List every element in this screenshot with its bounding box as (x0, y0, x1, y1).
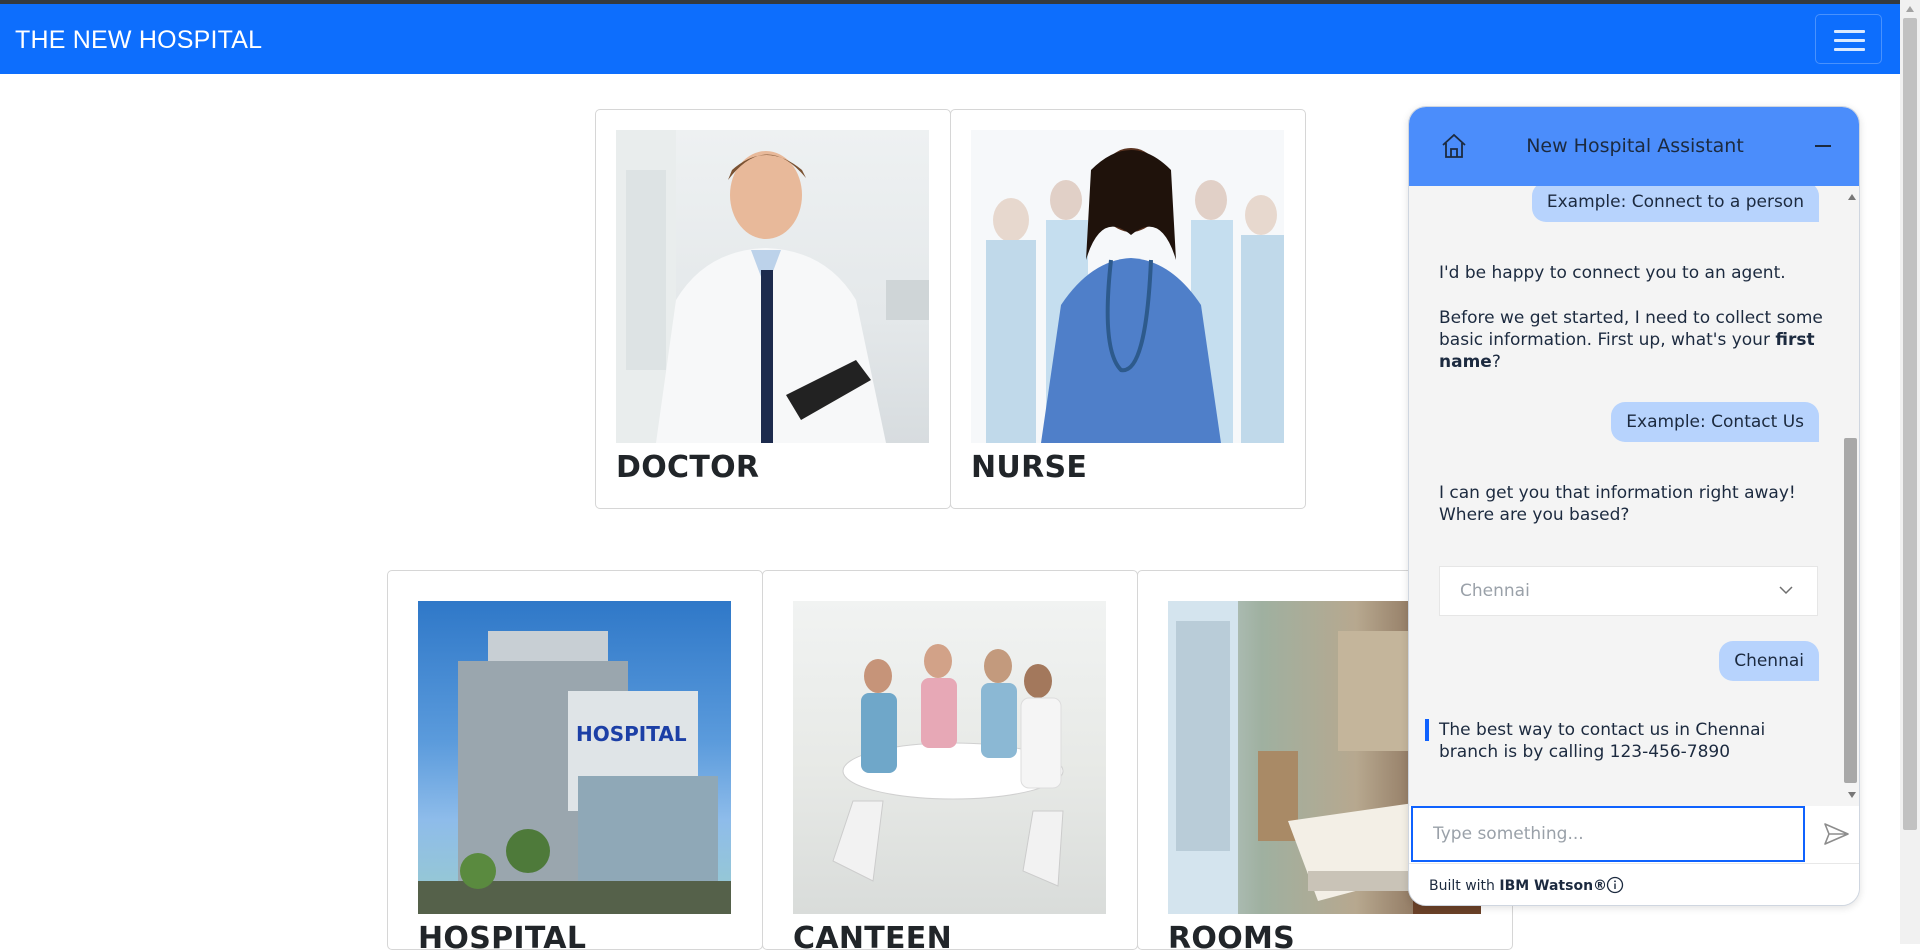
hospital-image: HOSPITAL (418, 601, 731, 914)
send-icon[interactable] (1821, 819, 1851, 849)
card-title: ROOMS (1168, 921, 1296, 950)
card-doctor[interactable]: DOCTOR (595, 109, 951, 509)
canteen-image (793, 601, 1106, 914)
chat-footer: Built with IBM Watson® (1409, 863, 1859, 905)
chevron-down-icon (1779, 586, 1793, 595)
card-title: NURSE (971, 450, 1088, 485)
watson-brand: IBM Watson® (1499, 878, 1608, 894)
bot-message: The best way to contact us in Chennai br… (1439, 720, 1766, 762)
brand-link[interactable]: THE NEW HOSPITAL (15, 26, 262, 55)
scroll-down-icon[interactable] (1848, 792, 1856, 798)
menu-toggle-button[interactable] (1815, 14, 1882, 64)
bot-message-span: ? (1491, 352, 1501, 372)
card-nurse[interactable]: NURSE (950, 109, 1306, 509)
bot-message: I can get you that information right awa… (1439, 483, 1796, 525)
bot-message-text: I'd be happy to connect you to an agent. (1439, 263, 1786, 283)
minimize-button[interactable] (1811, 133, 1835, 157)
user-message: Example: Connect to a person (1531, 186, 1819, 222)
user-message: Chennai (1719, 641, 1819, 681)
hamburger-icon-bar (1834, 39, 1865, 42)
bot-message-span: Before we get started, I need to collect… (1439, 308, 1823, 350)
minimize-icon (1815, 145, 1831, 147)
card-title: HOSPITAL (418, 921, 587, 950)
svg-text:HOSPITAL: HOSPITAL (576, 722, 687, 746)
dropdown-value: Chennai (1460, 581, 1530, 601)
chat-widget: New Hospital Assistant Example: Connect … (1408, 106, 1860, 906)
chat-scroll-thumb[interactable] (1844, 438, 1857, 783)
bot-message-text: Before we get started, I need to collect… (1439, 307, 1824, 373)
chat-messages[interactable]: Example: Connect to a person I'd be happ… (1409, 186, 1859, 806)
scroll-up-icon[interactable] (1906, 6, 1914, 12)
info-icon[interactable] (1606, 876, 1624, 894)
page-scrollbar[interactable] (1900, 0, 1920, 944)
scroll-up-icon[interactable] (1848, 194, 1856, 200)
doctor-image (616, 130, 929, 443)
built-with-label: Built with (1429, 878, 1500, 894)
focus-indicator (1425, 719, 1429, 741)
hamburger-icon (1834, 30, 1865, 33)
location-dropdown[interactable]: Chennai (1439, 566, 1818, 616)
card-title: DOCTOR (616, 450, 760, 485)
navbar: THE NEW HOSPITAL (0, 4, 1920, 74)
card-title: CANTEEN (793, 921, 952, 950)
user-message: Example: Contact Us (1611, 402, 1819, 442)
chat-title: New Hospital Assistant (1526, 135, 1744, 157)
card-hospital[interactable]: HOSPITAL HOSPITAL (387, 570, 763, 950)
chat-input[interactable] (1411, 806, 1805, 862)
hamburger-icon-bar (1834, 48, 1865, 51)
bot-message: I'd be happy to connect you to an agent.… (1439, 262, 1824, 373)
built-with-text: Built with IBM Watson® (1429, 878, 1607, 894)
chat-header: New Hospital Assistant (1409, 107, 1859, 186)
card-canteen[interactable]: CANTEEN (762, 570, 1138, 950)
nurse-image (971, 130, 1284, 443)
page-scroll-thumb[interactable] (1903, 18, 1917, 830)
